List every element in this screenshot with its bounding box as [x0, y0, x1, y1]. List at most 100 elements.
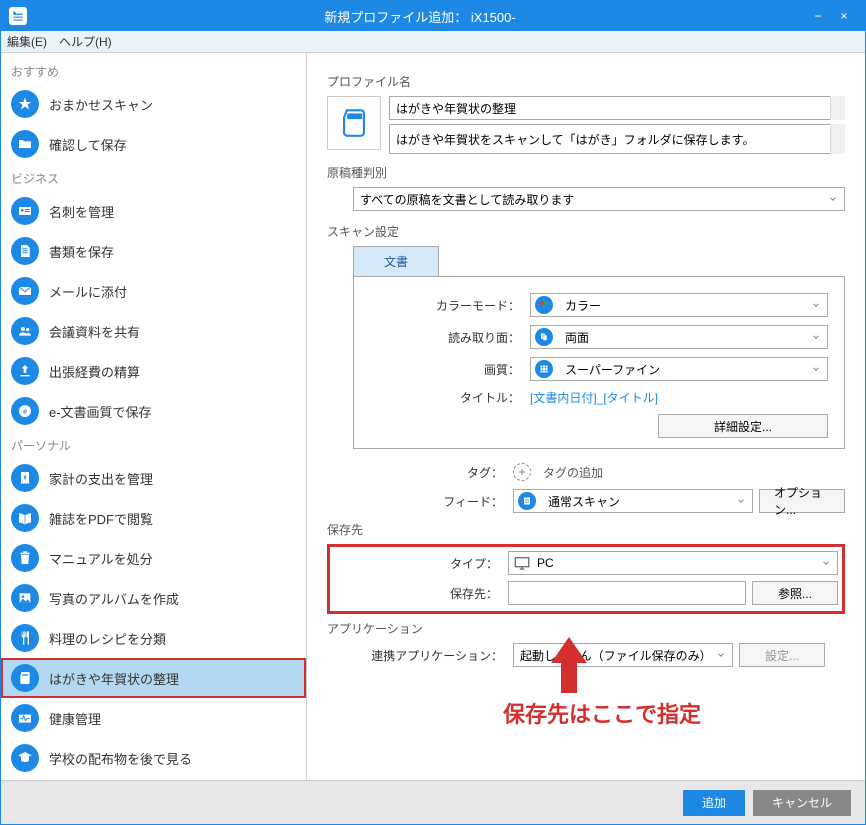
footer: 追加 キャンセル [1, 780, 865, 824]
side-label: 読み取り面： [370, 329, 530, 346]
sidebar-item-label: マニュアルを処分 [49, 549, 153, 568]
sidebar-item-postcard[interactable]: はがきや年賀状の整理 [1, 658, 306, 698]
fork-knife-icon [11, 624, 39, 652]
sidebar-item-card[interactable]: 名刺を管理 [1, 191, 306, 231]
sidebar-item-label: メールに添付 [49, 282, 127, 301]
sidebar-item-label: 健康管理 [49, 709, 101, 728]
menubar: 編集(E) ヘルプ(H) [1, 31, 865, 53]
add-button[interactable]: 追加 [683, 790, 745, 816]
titlebar: 新規プロファイル追加： iX1500- − × [1, 1, 865, 31]
sidebar-item-photo[interactable]: 写真のアルバムを作成 [1, 578, 306, 618]
main-panel: プロファイル名 原稿種判別 すべての原稿を文書として読み取ります スキャン設定 [307, 53, 865, 780]
sidebar-item-label: 料理のレシピを分類 [49, 629, 166, 648]
quality-dropdown[interactable]: スーパーファイン [530, 357, 828, 381]
sidebar-item-label: 書類を保存 [49, 242, 114, 261]
save-type-dropdown[interactable]: PC [508, 551, 838, 575]
profile-sidebar: おすすめ おまかせスキャン 確認して保存 ビジネス 名刺を管理 書類を保存 メー… [1, 53, 307, 780]
chevron-down-icon [716, 650, 726, 660]
scan-settings-label: スキャン設定 [327, 223, 845, 240]
quality-label: 画質： [370, 361, 530, 378]
duplex-icon [535, 328, 553, 346]
save-type-label: タイプ： [334, 555, 508, 572]
sidebar-item-school[interactable]: 学校の配布物を後で見る [1, 738, 306, 778]
category-business: ビジネス [1, 164, 306, 191]
sidebar-item-confirm-save[interactable]: 確認して保存 [1, 124, 306, 164]
folder-icon [11, 130, 39, 158]
feed-dropdown[interactable]: 通常スキャン [513, 489, 753, 513]
sidebar-item-label: 家計の支出を管理 [49, 469, 153, 488]
browse-button[interactable]: 参照... [752, 581, 838, 605]
save-highlight-box: タイプ： PC 保存先： 参照... [327, 544, 845, 614]
feed-label: フィード： [327, 493, 513, 510]
doctype-dropdown[interactable]: すべての原稿を文書として読み取ります [353, 187, 845, 211]
sidebar-item-omakase[interactable]: おまかせスキャン [1, 84, 306, 124]
chevron-down-icon [811, 364, 821, 374]
save-path-input[interactable] [508, 581, 746, 605]
tab-document[interactable]: 文書 [353, 246, 439, 277]
tag-label: タグ： [327, 464, 513, 481]
title-label: タイトル： [370, 389, 530, 406]
sidebar-item-label: e-文書画質で保存 [49, 402, 152, 421]
e-doc-icon: e [11, 397, 39, 425]
people-icon [11, 317, 39, 345]
sidebar-item-label: おまかせスキャン [49, 95, 153, 114]
svg-text:e: e [23, 407, 27, 416]
sidebar-item-magazine[interactable]: 雑誌をPDFで閲覧 [1, 498, 306, 538]
sidebar-item-label: はがきや年賀状の整理 [49, 669, 179, 688]
app-label: 連携アプリケーション： [327, 647, 513, 664]
sidebar-item-edoc[interactable]: e e-文書画質で保存 [1, 391, 306, 431]
sidebar-item-expense[interactable]: 出張経費の精算 [1, 351, 306, 391]
receipt-icon: ¥ [11, 464, 39, 492]
app-logo-icon [9, 7, 27, 25]
sidebar-item-health[interactable]: 健康管理 [1, 698, 306, 738]
trash-icon [11, 544, 39, 572]
sidebar-item-label: 雑誌をPDFで閲覧 [49, 509, 153, 528]
close-button[interactable]: × [831, 1, 857, 31]
detail-settings-button[interactable]: 詳細設定... [658, 414, 828, 438]
health-icon [11, 704, 39, 732]
photo-icon [11, 584, 39, 612]
color-icon [535, 296, 553, 314]
sidebar-item-documents[interactable]: 書類を保存 [1, 231, 306, 271]
id-card-icon [11, 197, 39, 225]
cancel-button[interactable]: キャンセル [753, 790, 851, 816]
sidebar-item-label: 写真のアルバムを作成 [49, 589, 179, 608]
sd-card-icon [11, 664, 39, 692]
category-recommended: おすすめ [1, 57, 306, 84]
plus-icon [513, 463, 531, 481]
sidebar-item-recipe[interactable]: 料理のレシピを分類 [1, 618, 306, 658]
chevron-down-icon [828, 194, 838, 204]
chevron-down-icon [811, 300, 821, 310]
color-mode-label: カラーモード： [370, 297, 530, 314]
save-path-label: 保存先： [334, 585, 508, 602]
profile-desc-input[interactable] [389, 124, 845, 154]
side-dropdown[interactable]: 両面 [530, 325, 828, 349]
menu-edit[interactable]: 編集(E) [7, 33, 47, 50]
chevron-down-icon [821, 558, 831, 568]
category-personal: パーソナル [1, 431, 306, 458]
doctype-label: 原稿種判別 [327, 164, 845, 181]
tag-add-link[interactable]: タグの追加 [543, 464, 603, 481]
profile-name-input[interactable] [389, 96, 845, 120]
sidebar-item-label: 出張経費の精算 [49, 362, 140, 381]
document-icon [11, 237, 39, 265]
minimize-button[interactable]: − [805, 1, 831, 31]
graduation-icon [11, 744, 39, 772]
sidebar-item-household[interactable]: ¥ 家計の支出を管理 [1, 458, 306, 498]
app-settings-button: 設定... [739, 643, 825, 667]
upload-icon [11, 357, 39, 385]
monitor-icon [513, 554, 531, 572]
profile-icon-selector[interactable] [327, 96, 381, 150]
option-button[interactable]: オプション... [759, 489, 845, 513]
scan-icon [518, 492, 536, 510]
book-open-icon [11, 504, 39, 532]
window-title: 新規プロファイル追加： iX1500- [35, 7, 805, 26]
sidebar-item-label: 名刺を管理 [49, 202, 114, 221]
sidebar-item-meeting[interactable]: 会議資料を共有 [1, 311, 306, 351]
sidebar-item-manual[interactable]: マニュアルを処分 [1, 538, 306, 578]
title-link[interactable]: [文書内日付]_[タイトル] [530, 391, 658, 405]
menu-help[interactable]: ヘルプ(H) [59, 33, 112, 50]
sidebar-item-mail[interactable]: メールに添付 [1, 271, 306, 311]
app-dropdown[interactable]: 起動しません（ファイル保存のみ） [513, 643, 733, 667]
color-mode-dropdown[interactable]: カラー [530, 293, 828, 317]
